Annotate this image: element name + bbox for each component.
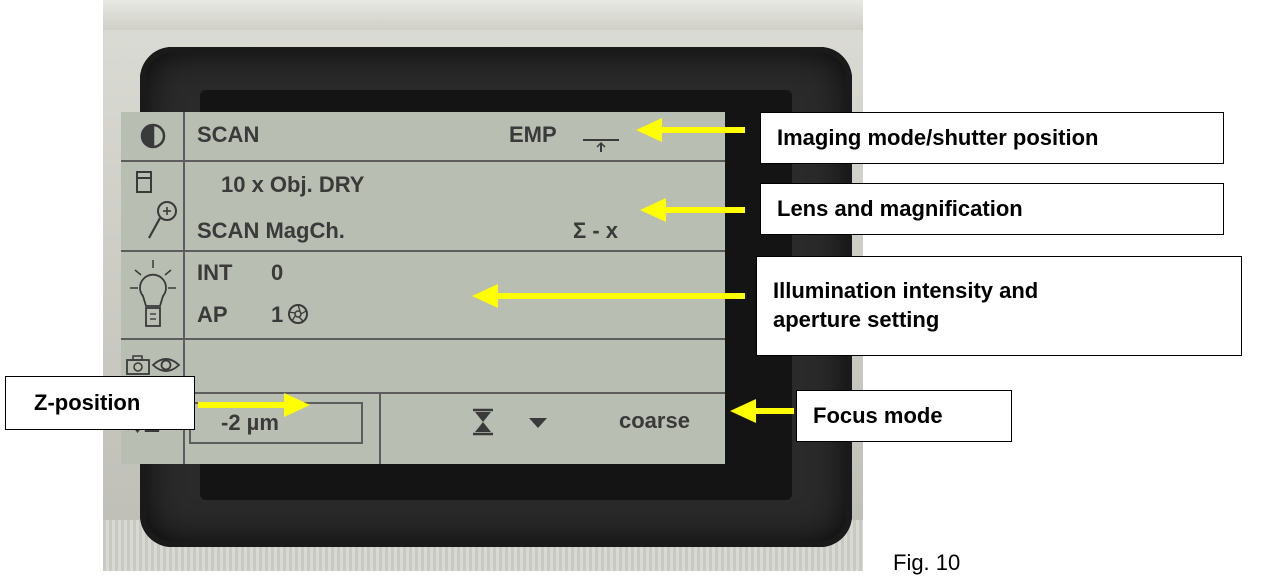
arrow-lens-magnification [640, 198, 745, 222]
arrow-imaging-mode [636, 118, 745, 142]
figure-caption: Fig. 10 [893, 550, 961, 575]
annotation-arrows [198, 118, 794, 423]
arrow-z-position [198, 393, 310, 417]
arrow-illumination [472, 284, 745, 308]
arrow-focus-mode [730, 399, 794, 423]
